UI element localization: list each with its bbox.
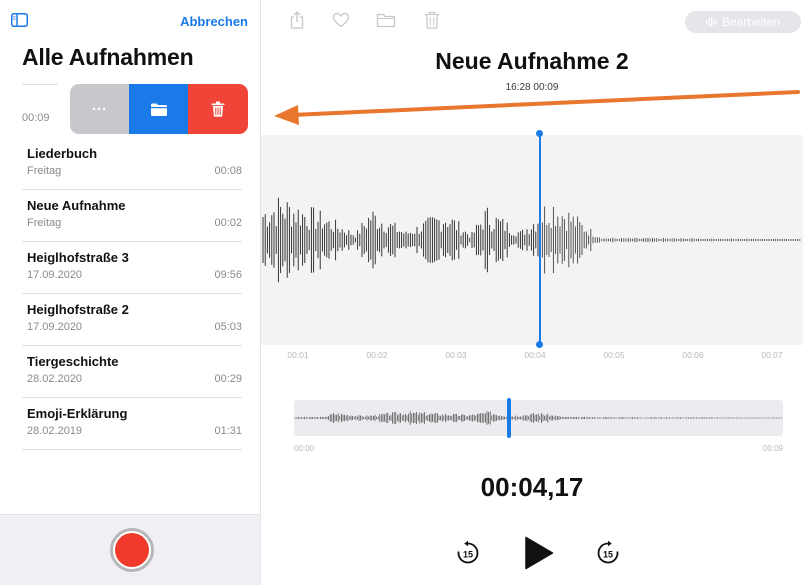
list-item-date: Freitag — [27, 217, 62, 229]
list-item-duration: 01:31 — [214, 425, 242, 437]
current-time: 00:04,17 — [480, 472, 584, 502]
folder-icon[interactable] — [376, 11, 396, 29]
share-icon[interactable] — [288, 11, 306, 29]
list-item-date: 17.09.2020 — [27, 269, 83, 281]
skip-forward-label: 15 — [603, 549, 613, 559]
time-tick: 00:01 — [287, 350, 309, 360]
sidebar-toggle-icon[interactable] — [11, 13, 28, 27]
playhead-bottom-handle[interactable] — [536, 341, 543, 348]
time-tick: 00:06 — [682, 350, 704, 360]
list-item-duration: 00:02 — [214, 217, 242, 229]
overview-waveform — [294, 411, 782, 425]
list-item[interactable]: Heiglhofstraße 2 17.09.2020 05:03 — [22, 294, 242, 346]
sidebar: Abbrechen Alle Aufnahmen 00:09 ··· Liede… — [0, 0, 261, 585]
list-item-date: 28.02.2019 — [27, 425, 83, 437]
time-tick: 00:02 — [366, 350, 388, 360]
record-button[interactable] — [110, 528, 154, 572]
list-item[interactable]: Emoji-Erklärung 28.02.2019 01:31 — [22, 398, 242, 450]
list-item[interactable]: Heiglhofstraße 3 17.09.2020 09:56 — [22, 242, 242, 294]
cancel-button[interactable]: Abbrechen — [180, 14, 248, 29]
list-item-duration: 00:29 — [214, 373, 242, 385]
edit-label: Bearbeiten — [721, 15, 781, 29]
overview-end-time: 00:09 — [762, 444, 783, 453]
list-item-duration: 00:08 — [214, 165, 242, 177]
time-tick: 00:07 — [761, 350, 783, 360]
time-axis: 00:01 00:02 00:03 00:04 00:05 00:06 00:07 — [261, 345, 803, 365]
list-item-date: Freitag — [27, 165, 62, 177]
play-icon[interactable] — [523, 536, 555, 570]
overview-handle[interactable] — [507, 398, 511, 438]
trash-icon[interactable] — [423, 11, 441, 29]
list-item-date: 17.09.2020 — [27, 321, 83, 333]
list-item-name: Heiglhofstraße 3 — [27, 250, 129, 265]
recording-title: Neue Aufnahme 2 — [435, 48, 629, 74]
record-area — [0, 514, 260, 585]
list-item-duration: 00:09 — [22, 112, 50, 124]
list-item[interactable]: Liederbuch Freitag 00:08 — [22, 138, 242, 190]
edit-button[interactable]: Bearbeiten — [685, 11, 801, 33]
folder-icon — [150, 103, 167, 116]
heart-icon[interactable] — [332, 11, 350, 29]
list-item-name: Tiergeschichte — [27, 354, 119, 369]
overview-scrubber[interactable] — [294, 400, 783, 436]
delete-button[interactable] — [188, 84, 248, 134]
more-actions-button[interactable]: ··· — [70, 84, 129, 134]
skip-forward-15-icon[interactable]: 15 — [595, 540, 621, 566]
waveform — [262, 197, 801, 283]
swiped-list-item[interactable]: 00:09 ··· — [22, 84, 260, 134]
list-item-name: Emoji-Erklärung — [27, 406, 128, 421]
move-to-folder-button[interactable] — [129, 84, 188, 134]
list-item[interactable]: Tiergeschichte 28.02.2020 00:29 — [22, 346, 242, 398]
time-tick: 00:03 — [445, 350, 467, 360]
waveform-icon — [705, 17, 718, 27]
trash-icon — [211, 101, 225, 117]
list-item-date: 28.02.2020 — [27, 373, 83, 385]
page-title: Alle Aufnahmen — [22, 44, 194, 70]
time-tick: 00:05 — [603, 350, 625, 360]
skip-back-label: 15 — [463, 549, 473, 559]
record-button-dot — [115, 533, 149, 567]
list-item-duration: 05:03 — [214, 321, 242, 333]
recordings-list: Liederbuch Freitag 00:08 Neue Aufnahme Freit… — [22, 138, 242, 450]
time-tick: 00:04 — [524, 350, 546, 360]
playhead[interactable] — [539, 133, 541, 344]
list-item-name: Neue Aufnahme — [27, 198, 126, 213]
list-item[interactable]: Neue Aufnahme Freitag 00:02 — [22, 190, 242, 242]
skip-back-15-icon[interactable]: 15 — [455, 540, 481, 566]
overview-start-time: 00:00 — [294, 444, 315, 453]
row-divider — [22, 84, 58, 85]
list-item-name: Heiglhofstraße 2 — [27, 302, 129, 317]
more-label: ··· — [92, 100, 107, 118]
list-item-name: Liederbuch — [27, 146, 98, 161]
list-item-duration: 09:56 — [214, 269, 242, 281]
waveform-view[interactable] — [261, 135, 803, 345]
annotation-arrow — [274, 90, 800, 125]
